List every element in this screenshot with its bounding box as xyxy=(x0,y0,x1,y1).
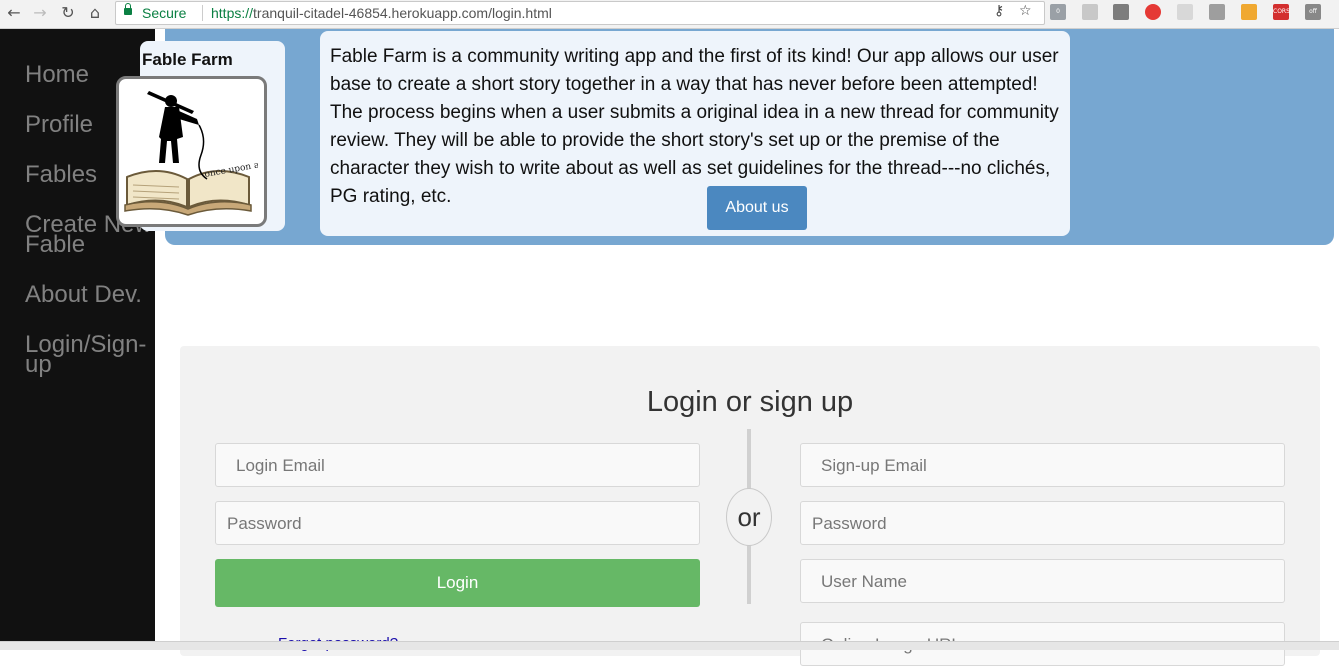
login-panel: Login or sign up Login Email Password Lo… xyxy=(180,346,1320,666)
download-icon[interactable] xyxy=(1209,4,1225,20)
address-separator xyxy=(202,5,203,21)
login-password-field[interactable]: Password xyxy=(215,501,700,545)
about-us-button[interactable]: About us xyxy=(707,186,807,230)
app-description: Fable Farm is a community writing app an… xyxy=(330,46,1059,207)
username-field[interactable]: User Name xyxy=(800,559,1285,603)
extension-tools-icon[interactable] xyxy=(1241,4,1257,20)
signup-email-field[interactable]: Sign-up Email xyxy=(800,443,1285,487)
extension-badge: 0 xyxy=(1056,8,1060,15)
forward-arrow-icon[interactable]: → xyxy=(30,3,50,23)
extension-off-label: off xyxy=(1309,8,1317,15)
back-arrow-icon[interactable]: ← xyxy=(4,3,24,23)
login-title: Login or sign up xyxy=(646,386,854,418)
login-email-placeholder: Login Email xyxy=(236,456,325,475)
url-text[interactable]: https://tranquil-citadel-46854.herokuapp… xyxy=(211,5,552,21)
extension-toggle-icon[interactable]: off xyxy=(1305,4,1321,20)
description-card: Fable Farm is a community writing app an… xyxy=(320,31,1070,236)
cors-label: CORS xyxy=(1273,8,1290,15)
signup-password-placeholder: Password xyxy=(812,514,887,533)
url-scheme: https:// xyxy=(211,5,254,21)
cors-extension-icon[interactable]: CORS xyxy=(1273,4,1290,20)
login-email-field[interactable]: Login Email xyxy=(215,443,700,487)
extension-stats-icon[interactable]: 0 xyxy=(1050,4,1066,20)
signup-email-placeholder: Sign-up Email xyxy=(821,456,927,475)
book-illustration-icon: once upon a time xyxy=(124,91,264,216)
logo-title: Fable Farm xyxy=(142,50,233,69)
sidebar-item-about-dev[interactable]: About Dev. xyxy=(25,283,153,307)
browser-toolbar: ← → ↻ ⌂ Secure https://tranquil-citadel-… xyxy=(0,0,1339,29)
star-icon[interactable]: ☆ xyxy=(1019,3,1032,19)
or-label: or xyxy=(726,488,772,546)
extension-camera-icon[interactable] xyxy=(1113,4,1129,20)
secure-label: Secure xyxy=(142,5,187,21)
logo-image[interactable]: once upon a time xyxy=(116,76,267,227)
username-placeholder: User Name xyxy=(821,572,907,591)
key-icon[interactable]: ⚷ xyxy=(994,3,1004,19)
home-icon[interactable]: ⌂ xyxy=(85,3,105,23)
reload-icon[interactable]: ↻ xyxy=(58,3,78,23)
opera-icon[interactable] xyxy=(1145,4,1161,20)
address-bar[interactable]: Secure https://tranquil-citadel-46854.he… xyxy=(115,1,1045,25)
sidebar-item-login-signup[interactable]: Login/Sign-up xyxy=(25,333,153,377)
lock-icon xyxy=(124,3,132,15)
signup-password-field[interactable]: Password xyxy=(800,501,1285,545)
extension-grid-icon[interactable] xyxy=(1082,4,1098,20)
extension-page-icon[interactable] xyxy=(1177,4,1193,20)
login-password-placeholder: Password xyxy=(227,514,302,533)
url-host-path: tranquil-citadel-46854.herokuapp.com/log… xyxy=(253,5,552,21)
login-button[interactable]: Login xyxy=(215,559,700,607)
